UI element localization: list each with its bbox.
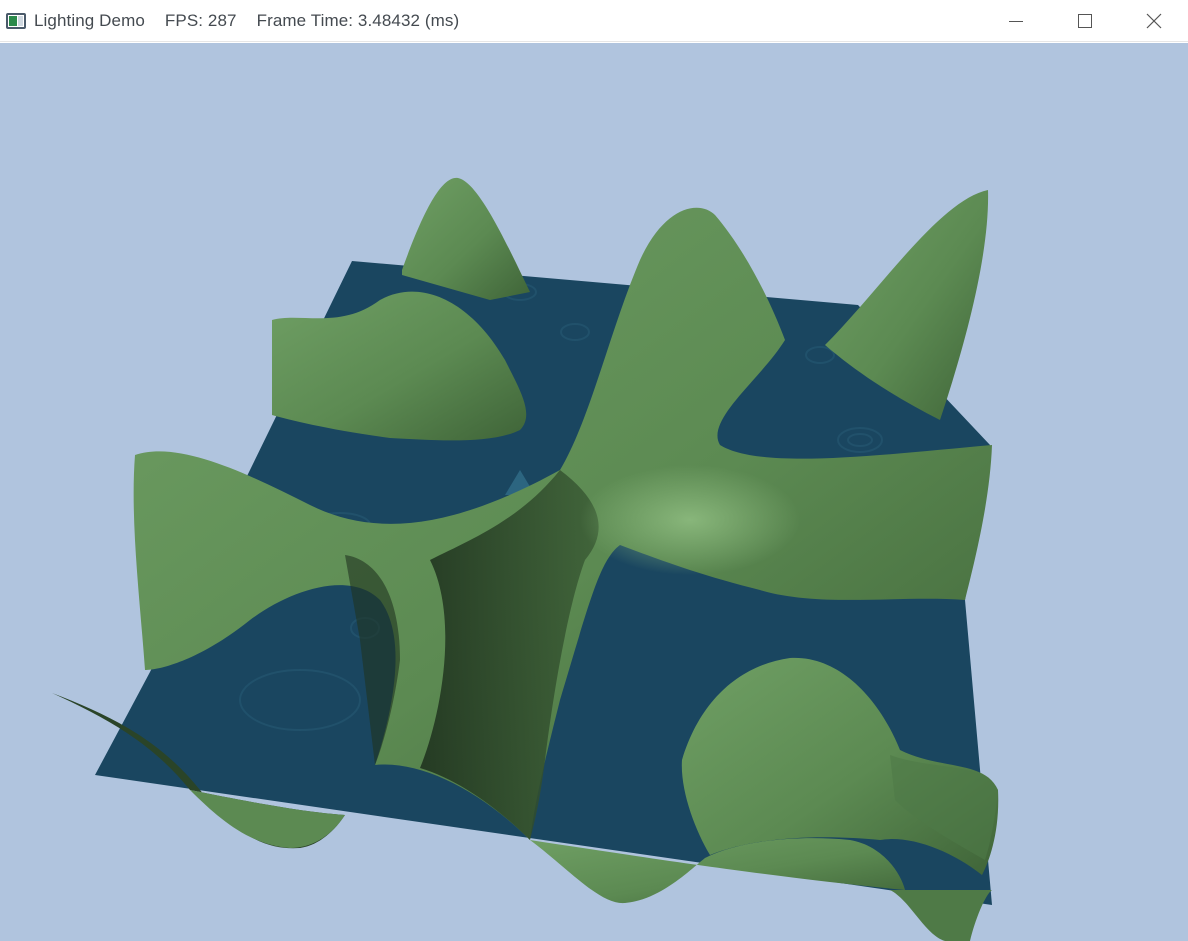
maximize-icon — [1077, 14, 1092, 28]
window-title: Lighting Demo — [34, 10, 145, 30]
app-window: Lighting Demo FPS: 287 Frame Time: 3.484… — [0, 0, 1188, 941]
frame-time-readout: Frame Time: 3.48432 (ms) — [256, 10, 460, 30]
title-bar[interactable]: Lighting Demo FPS: 287 Frame Time: 3.484… — [0, 0, 1188, 42]
terrain-front-right-dip — [890, 890, 992, 941]
terrain-scene — [52, 177, 999, 941]
caption-buttons — [981, 0, 1188, 42]
minimize-icon — [1008, 21, 1023, 22]
app-window-icon — [6, 12, 26, 29]
render-viewport[interactable] — [0, 43, 1188, 941]
close-icon — [1146, 13, 1161, 29]
maximize-button[interactable] — [1050, 0, 1119, 42]
minimize-button[interactable] — [981, 0, 1050, 42]
close-button[interactable] — [1119, 0, 1188, 42]
terrain-highlight — [580, 465, 800, 575]
fps-readout: FPS: 287 — [164, 10, 237, 30]
